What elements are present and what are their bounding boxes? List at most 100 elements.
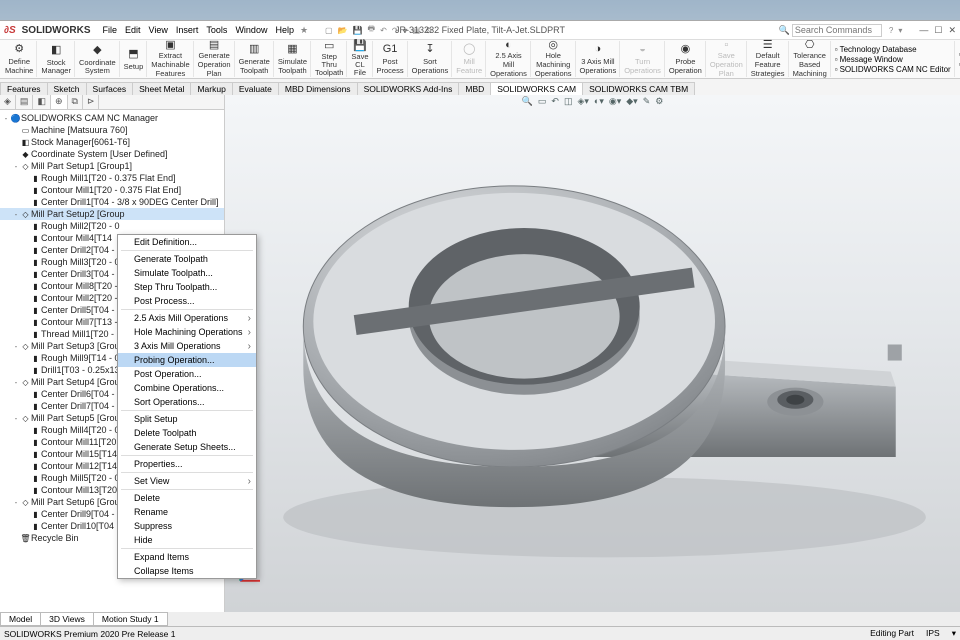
tree-node[interactable]: ▮ Rough Mill2[T20 - 0 (0, 220, 224, 232)
cmd-tab-sheet-metal[interactable]: Sheet Metal (132, 82, 191, 95)
pane-tab-fm-icon[interactable]: ◈ (0, 95, 16, 109)
context-post-operation[interactable]: Post Operation... (118, 367, 256, 381)
help-q-icon[interactable]: ? (888, 26, 894, 35)
expand-icon[interactable]: - (12, 342, 20, 351)
cmd-tab-mbd[interactable]: MBD (458, 82, 491, 95)
context-expand-items[interactable]: Expand Items (118, 550, 256, 564)
qa-print-icon[interactable]: 🖶 (367, 23, 377, 37)
ribbon-side-technology-database[interactable]: ▫Technology Database (835, 45, 951, 54)
ribbon-probe-button[interactable]: ◉ProbeOperation (666, 41, 706, 77)
expand-icon[interactable]: - (12, 414, 20, 423)
ribbon-hole-button[interactable]: ◎HoleMachiningOperations (532, 41, 576, 77)
vt-orient-icon[interactable]: ◈▾ (576, 96, 589, 107)
ribbon-post-button[interactable]: G1PostProcess (374, 41, 408, 77)
tree-node[interactable]: ◧ Stock Manager[6061-T6] (0, 136, 224, 148)
ribbon-tolm-button[interactable]: ⎔ToleranceBasedMachining (790, 41, 831, 77)
qa-open-icon[interactable]: 📂 (337, 26, 349, 35)
cmd-tab-features[interactable]: Features (0, 82, 48, 95)
qa-save-icon[interactable]: 💾 (352, 26, 364, 35)
context-3-axis-mill-operations[interactable]: 3 Axis Mill Operations (118, 339, 256, 353)
ribbon-25ax-button[interactable]: ◐2.5 AxisMillOperations (487, 41, 531, 77)
context-sort-operations[interactable]: Sort Operations... (118, 395, 256, 409)
context-hole-machining-operations[interactable]: Hole Machining Operations (118, 325, 256, 339)
qa-new-icon[interactable]: ▢ (324, 26, 334, 35)
ribbon-setup-button[interactable]: ⬒Setup (121, 41, 148, 77)
help-dd-icon[interactable]: ▾ (897, 26, 903, 35)
context-generate-toolpath[interactable]: Generate Toolpath (118, 252, 256, 266)
context-split-setup[interactable]: Split Setup (118, 412, 256, 426)
bottom-tab-motion-study-1[interactable]: Motion Study 1 (93, 612, 168, 626)
menu-edit[interactable]: Edit (125, 25, 141, 35)
ribbon-coord-button[interactable]: ◆Coordinate System (76, 41, 120, 77)
menu-window[interactable]: Window (235, 25, 267, 35)
ribbon-extract-button[interactable]: ▣ExtractMachinableFeatures (148, 41, 193, 77)
cmd-tab-solidworks-cam[interactable]: SOLIDWORKS CAM (490, 82, 583, 95)
expand-icon[interactable]: - (2, 114, 10, 123)
ribbon-side-solidworks-cam-nc-editor[interactable]: ▫SOLIDWORKS CAM NC Editor (835, 65, 951, 74)
context-set-view[interactable]: Set View (118, 474, 256, 488)
cmd-tab-mbd-dimensions[interactable]: MBD Dimensions (278, 82, 358, 95)
context-combine-operations[interactable]: Combine Operations... (118, 381, 256, 395)
vt-prevview-icon[interactable]: ↶ (550, 96, 560, 107)
tree-node[interactable]: ◆ Coordinate System [User Defined] (0, 148, 224, 160)
tree-node[interactable]: -🔵 SOLIDWORKS CAM NC Manager (0, 112, 224, 124)
ribbon-step-button[interactable]: ▭Step Thru Toolpath (312, 41, 347, 77)
expand-icon[interactable]: - (12, 378, 20, 387)
vt-setting-icon[interactable]: ⚙ (654, 96, 664, 107)
ribbon-genplan-button[interactable]: ▤GenerateOperationPlan (195, 41, 235, 77)
menu-insert[interactable]: Insert (176, 25, 199, 35)
maximize-icon[interactable]: ☐ (934, 25, 942, 36)
context-suppress[interactable]: Suppress (118, 519, 256, 533)
vt-display-icon[interactable]: ◐▾ (593, 96, 605, 107)
bottom-tab-3d-views[interactable]: 3D Views (40, 612, 94, 626)
ribbon-stock-button[interactable]: ◧Stock Manager (38, 41, 75, 77)
minimize-icon[interactable]: — (919, 25, 928, 36)
context-simulate-toolpath[interactable]: Simulate Toolpath... (118, 266, 256, 280)
menu-tools[interactable]: Tools (206, 25, 227, 35)
context-2-5-axis-mill-operations[interactable]: 2.5 Axis Mill Operations (118, 311, 256, 325)
ribbon-sortop-button[interactable]: ↧SortOperations (409, 41, 453, 77)
tree-node[interactable]: -◇ Mill Part Setup1 [Group1] (0, 160, 224, 172)
context-post-process[interactable]: Post Process... (118, 294, 256, 308)
qa-undo-icon[interactable]: ↶ (379, 26, 388, 35)
context-probing-operation[interactable]: Probing Operation... (118, 353, 256, 367)
tree-node[interactable]: ▭ Machine [Matsuura 760] (0, 124, 224, 136)
pane-tab-more-icon[interactable]: ⊳ (83, 95, 100, 109)
context-rename[interactable]: Rename (118, 505, 256, 519)
ribbon-sim-button[interactable]: ▦SimulateToolpath (275, 41, 311, 77)
menu-view[interactable]: View (149, 25, 168, 35)
pane-tab-cam-icon[interactable]: ⊕ (51, 95, 68, 109)
cmd-tab-evaluate[interactable]: Evaluate (232, 82, 279, 95)
ribbon-define-button[interactable]: ⚙DefineMachine (2, 41, 37, 77)
context-properties[interactable]: Properties... (118, 457, 256, 471)
pane-tab-cfg-icon[interactable]: ▤ (16, 95, 34, 109)
viewport[interactable]: 🔍 ▭ ↶ ◫ ◈▾ ◐▾ ◉▾ ◆▾ ✎ ⚙ (225, 95, 960, 612)
pane-tab-prop-icon[interactable]: ◧ (33, 95, 51, 109)
status-gear-icon[interactable]: ▾ (952, 628, 956, 639)
expand-icon[interactable]: - (12, 210, 20, 219)
bottom-tab-model[interactable]: Model (0, 612, 41, 626)
menu-file[interactable]: File (103, 25, 118, 35)
tree-node[interactable]: ▮ Rough Mill1[T20 - 0.375 Flat End] (0, 172, 224, 184)
context-delete-toolpath[interactable]: Delete Toolpath (118, 426, 256, 440)
tree-node[interactable]: ▮ Contour Mill1[T20 - 0.375 Flat End] (0, 184, 224, 196)
vt-appearance-icon[interactable]: ◆▾ (625, 96, 638, 107)
vt-scene-icon[interactable]: ◉▾ (608, 96, 622, 107)
expand-icon[interactable]: - (12, 498, 20, 507)
context-step-thru-toolpath[interactable]: Step Thru Toolpath... (118, 280, 256, 294)
cmd-tab-markup[interactable]: Markup (190, 82, 232, 95)
help-icon[interactable]: ★ (300, 25, 308, 36)
context-generate-setup-sheets[interactable]: Generate Setup Sheets... (118, 440, 256, 454)
ribbon-defstrat-button[interactable]: ☰DefaultFeatureStrategies (748, 41, 789, 77)
cmd-tab-solidworks-cam-tbm[interactable]: SOLIDWORKS CAM TBM (582, 82, 695, 95)
vt-zoomfit-icon[interactable]: 🔍 (521, 96, 534, 107)
cmd-tab-solidworks-add-ins[interactable]: SOLIDWORKS Add-Ins (357, 82, 460, 95)
vt-section-icon[interactable]: ◫ (563, 96, 574, 107)
context-edit-definition[interactable]: Edit Definition... (118, 235, 256, 249)
search-input[interactable] (792, 24, 882, 37)
menu-help[interactable]: Help (275, 25, 294, 35)
ribbon-gentool-button[interactable]: ▥GenerateToolpath (236, 41, 274, 77)
vt-edit-icon[interactable]: ✎ (642, 96, 652, 107)
close-icon[interactable]: ✕ (948, 25, 956, 36)
vt-zoomarea-icon[interactable]: ▭ (537, 96, 548, 107)
